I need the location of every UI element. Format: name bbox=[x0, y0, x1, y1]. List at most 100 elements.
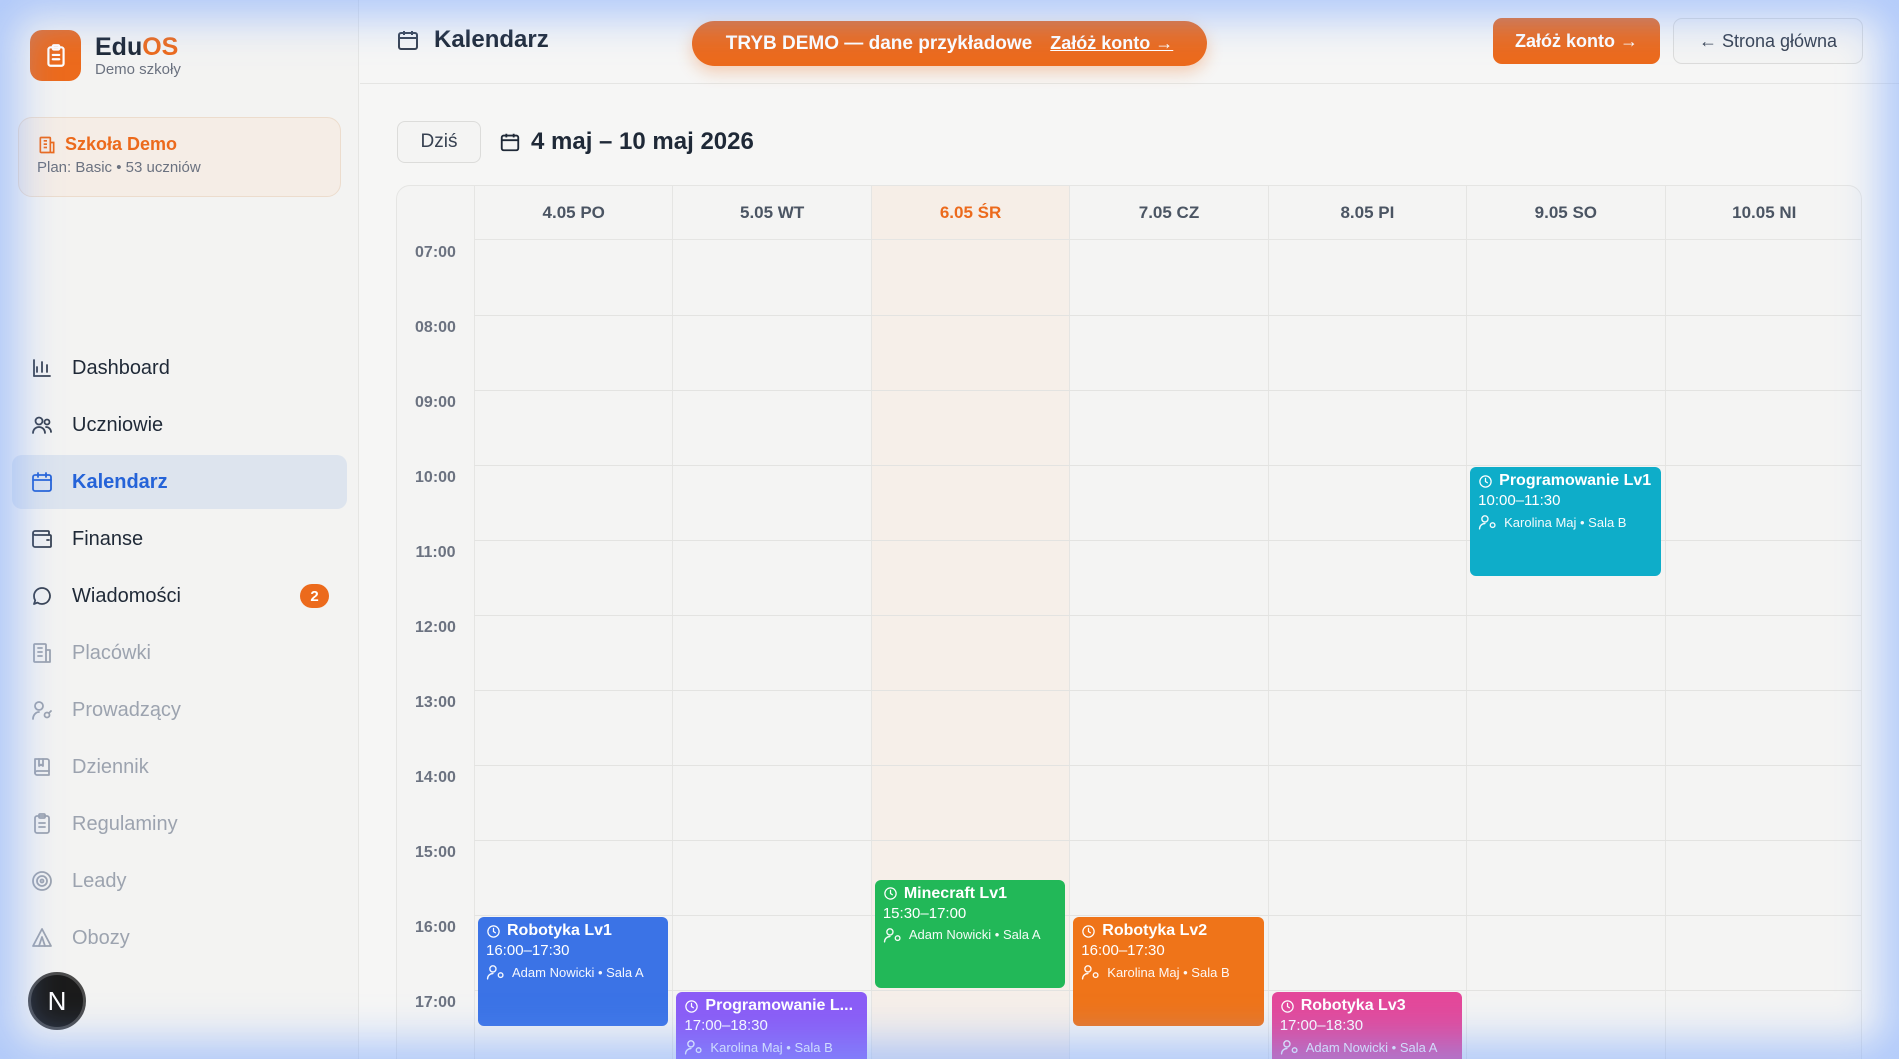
day-header: 10.05 NI bbox=[1664, 186, 1861, 240]
sidebar-item-label: Obozy bbox=[72, 926, 130, 949]
sidebar-item-regulaminy[interactable]: Regulaminy bbox=[12, 797, 347, 851]
teacher-icon bbox=[486, 963, 506, 981]
clock-icon bbox=[883, 886, 898, 901]
sidebar-item-wiadomości[interactable]: Wiadomości 2 bbox=[12, 569, 347, 623]
avatar-initial: N bbox=[47, 985, 67, 1016]
sidebar-item-label: Uczniowie bbox=[72, 413, 164, 436]
unread-badge: 2 bbox=[300, 584, 329, 608]
brand-subtitle: Demo szkoły bbox=[95, 61, 181, 78]
event-title: Programowanie Lv1 bbox=[1478, 472, 1652, 490]
demo-banner: TRYB DEMO — dane przykładowe Załóż konto… bbox=[692, 21, 1207, 66]
calendar-icon bbox=[30, 470, 54, 494]
school-card[interactable]: Szkoła Demo Plan: Basic • 53 uczniów bbox=[18, 117, 341, 197]
sidebar-item-leady[interactable]: Leady bbox=[12, 854, 347, 908]
teacher-icon bbox=[684, 1038, 704, 1056]
event-title: Robotyka Lv3 bbox=[1280, 997, 1454, 1015]
event-teacher: Karolina Maj • Sala B bbox=[1081, 963, 1255, 981]
demo-signup-link[interactable]: Załóż konto → bbox=[1050, 33, 1173, 54]
hour-label: 07:00 bbox=[415, 244, 456, 261]
sidebar-item-label: Regulaminy bbox=[72, 812, 178, 835]
clipboard-icon bbox=[30, 812, 54, 836]
event-time: 17:00–18:30 bbox=[1279, 1017, 1364, 1034]
hour-line bbox=[474, 390, 1861, 391]
teacher-icon bbox=[1081, 963, 1101, 981]
clock-icon bbox=[684, 999, 699, 1014]
building-icon bbox=[30, 641, 54, 665]
today-button[interactable]: Dziś bbox=[397, 121, 481, 163]
date-range-text: 4 maj – 10 maj 2026 bbox=[531, 128, 754, 155]
sidebar-item-placówki[interactable]: Placówki bbox=[12, 626, 347, 680]
hour-label: 12:00 bbox=[415, 619, 456, 636]
event-time: 10:00–11:30 bbox=[1478, 492, 1561, 509]
book-icon bbox=[30, 755, 54, 779]
day-header: 6.05 ŚR bbox=[870, 186, 1070, 240]
calendar-icon bbox=[398, 31, 418, 50]
sidebar-item-dziennik[interactable]: Dziennik bbox=[12, 740, 347, 794]
demo-text: TRYB DEMO — dane przykładowe bbox=[725, 32, 1033, 54]
calendar-event[interactable]: Programowanie L... 17:00–18:30 Karolina Ma… bbox=[676, 992, 867, 1059]
calendar-event[interactable]: Robotyka Lv1 16:00–17:30 Adam Nowicki • Sa… bbox=[478, 917, 669, 1026]
event-title: Robotyka Lv2 bbox=[1081, 922, 1255, 940]
clock-icon bbox=[1280, 999, 1295, 1014]
day-column[interactable] bbox=[1267, 240, 1466, 1059]
chart-icon bbox=[30, 356, 54, 380]
event-teacher: Adam Nowicki • Sala A bbox=[883, 926, 1057, 944]
school-name: Szkoła Demo bbox=[65, 134, 178, 154]
sidebar-item-finanse[interactable]: Finanse bbox=[12, 512, 347, 566]
sidebar-item-prowadzący[interactable]: Prowadzący bbox=[12, 683, 347, 737]
hour-line bbox=[474, 915, 1861, 916]
day-column[interactable] bbox=[1664, 240, 1861, 1059]
brand[interactable]: EduOS Demo szkoły bbox=[30, 30, 181, 81]
calendar-icon bbox=[500, 133, 520, 152]
sidebar-item-uczniowie[interactable]: Uczniowie bbox=[12, 398, 347, 452]
hour-label: 08:00 bbox=[415, 319, 456, 336]
avatar[interactable]: N bbox=[28, 972, 86, 1030]
sidebar-item-label: Kalendarz bbox=[72, 470, 168, 493]
event-time: 17:00–18:30 bbox=[684, 1017, 768, 1034]
day-header: 4.05 PO bbox=[474, 186, 673, 240]
day-header: 7.05 CZ bbox=[1069, 186, 1268, 240]
sidebar-item-label: Leady bbox=[72, 869, 127, 892]
calendar-event[interactable]: Robotyka Lv2 16:00–17:30 Karolina Maj • Sa… bbox=[1073, 917, 1264, 1026]
day-column[interactable] bbox=[672, 240, 870, 1059]
event-time: 15:30–17:00 bbox=[882, 904, 967, 922]
calendar-event[interactable]: Robotyka Lv3 17:00–18:30 Adam Nowicki • Sa… bbox=[1271, 992, 1463, 1059]
sidebar-item-obozy[interactable]: Obozy bbox=[12, 911, 347, 965]
event-title: Minecraft Lv1 bbox=[883, 885, 1057, 903]
event-teacher: Karolina Maj • Sala B bbox=[1478, 513, 1652, 531]
page-title-text: Kalendarz bbox=[434, 26, 549, 53]
hour-label: 11:00 bbox=[415, 544, 456, 561]
day-column[interactable] bbox=[1466, 240, 1664, 1059]
teacher-icon bbox=[883, 926, 903, 944]
sidebar-item-dashboard[interactable]: Dashboard bbox=[12, 341, 347, 395]
clock-icon bbox=[1081, 924, 1096, 939]
hour-label: 16:00 bbox=[415, 919, 456, 936]
users-icon bbox=[30, 413, 54, 437]
sidebar-item-kalendarz[interactable]: Kalendarz bbox=[12, 455, 347, 509]
sidebar-item-label: Wiadomości bbox=[72, 584, 181, 607]
hour-line bbox=[474, 840, 1861, 841]
brand-name: EduOS bbox=[95, 33, 179, 61]
target-icon bbox=[30, 869, 54, 893]
calendar-event[interactable]: Programowanie Lv1 10:00–11:30 Karolina Maj… bbox=[1470, 467, 1661, 576]
hour-line bbox=[474, 465, 1861, 466]
sidebar-item-label: Dashboard bbox=[72, 356, 170, 379]
wallet-icon bbox=[30, 527, 54, 551]
day-header: 8.05 PI bbox=[1267, 186, 1467, 240]
hour-label: 14:00 bbox=[415, 769, 456, 786]
hour-line bbox=[474, 690, 1861, 691]
tent-icon bbox=[30, 926, 54, 950]
event-teacher: Karolina Maj • Sala B bbox=[684, 1038, 858, 1056]
day-header: 5.05 WT bbox=[672, 186, 871, 240]
calendar-event[interactable]: Minecraft Lv1 15:30–17:00 Adam Nowicki • S… bbox=[874, 879, 1066, 988]
sidebar-item-label: Finanse bbox=[72, 527, 144, 550]
sidebar-item-label: Dziennik bbox=[72, 755, 149, 778]
event-teacher: Adam Nowicki • Sala A bbox=[486, 963, 660, 981]
home-button[interactable]: ← Strona główna bbox=[1673, 18, 1863, 64]
event-time: 16:00–17:30 bbox=[486, 942, 570, 959]
teacher-icon bbox=[1478, 513, 1498, 531]
sidebar: EduOS Demo szkoły Szkoła Demo Plan: Basi… bbox=[0, 0, 359, 1059]
signup-button[interactable]: Załóż konto → bbox=[1493, 18, 1660, 64]
hour-line bbox=[474, 765, 1861, 766]
building-icon bbox=[39, 136, 55, 153]
